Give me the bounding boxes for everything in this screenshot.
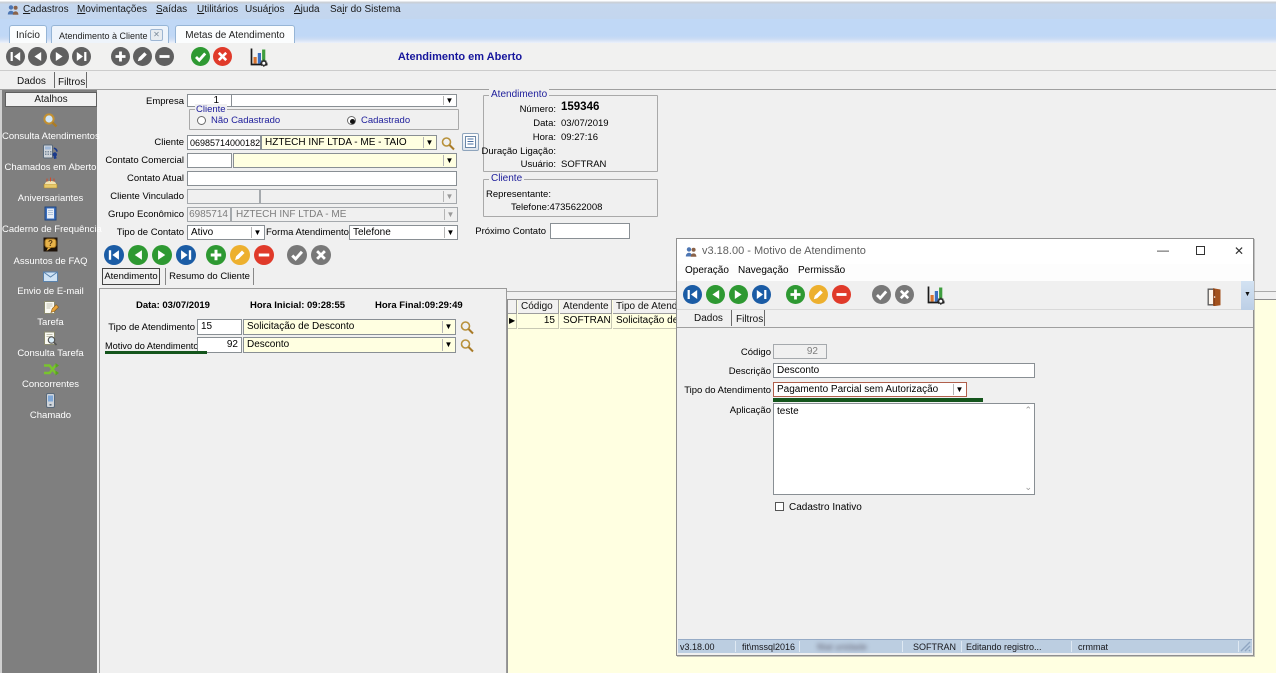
svg-text:?: ?: [48, 239, 53, 248]
